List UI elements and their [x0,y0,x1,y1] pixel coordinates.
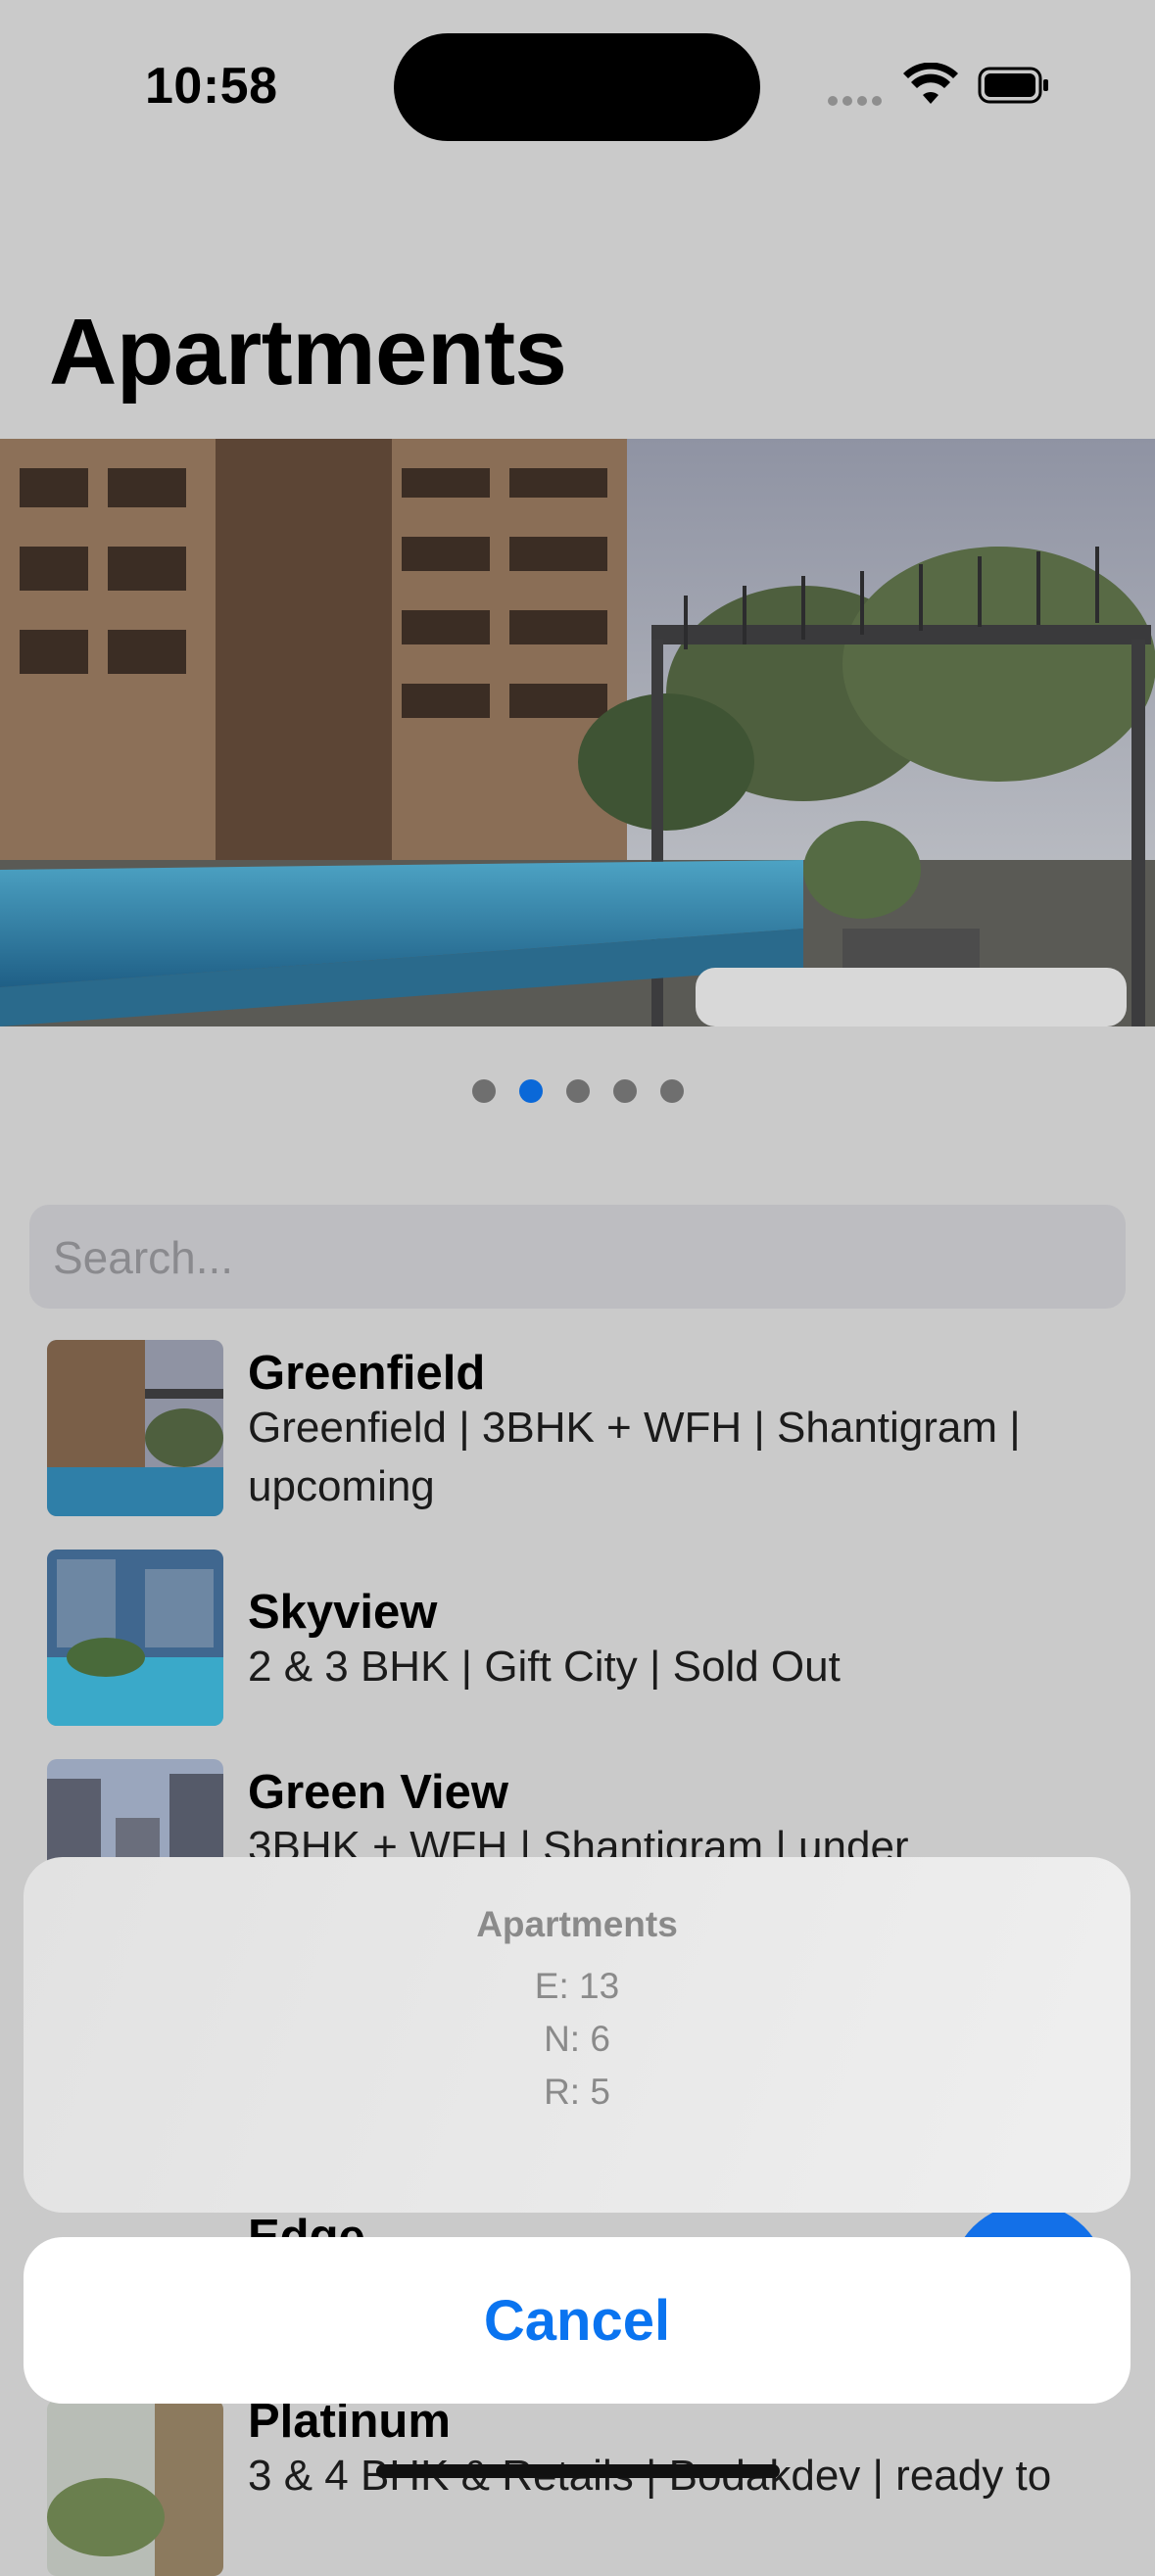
apartment-thumbnail [47,1340,223,1516]
carousel-page-indicator[interactable] [0,1079,1155,1105]
page-dot[interactable] [612,1079,637,1103]
apartment-thumbnail [47,1550,223,1726]
search-field[interactable] [29,1205,1126,1311]
page-dot[interactable] [471,1079,496,1103]
hero-carousel-image[interactable] [0,439,1155,1026]
battery-icon [978,67,1048,104]
status-time: 10:58 [145,58,278,115]
apartment-details: Greenfield | 3BHK + WFH | Shantigram | u… [248,1404,1021,1510]
action-sheet-title: Apartments [476,1904,678,1944]
apartment-name: Greenfield [248,1347,486,1400]
action-sheet-line: R: 5 [544,2072,610,2112]
wifi-icon [903,63,958,104]
apartment-name: Green View [248,1766,509,1819]
search-input[interactable] [51,1205,1113,1311]
page-title: Apartments [49,300,567,405]
action-sheet-line: N: 6 [544,2019,610,2059]
apartment-name: Skyview [248,1586,438,1639]
page-dot-active[interactable] [518,1079,543,1103]
action-sheet-line: E: 13 [534,1966,620,2006]
dynamic-island [394,33,760,141]
apartment-thumbnail [47,2400,223,2576]
page-dot[interactable] [659,1079,684,1103]
cancel-button[interactable]: Cancel [24,2237,1131,2404]
cellular-signal-icon [828,93,887,106]
page-dot[interactable] [565,1079,590,1103]
apartment-details: 2 & 3 BHK | Gift City | Sold Out [248,1643,841,1691]
home-indicator[interactable] [376,2464,780,2478]
